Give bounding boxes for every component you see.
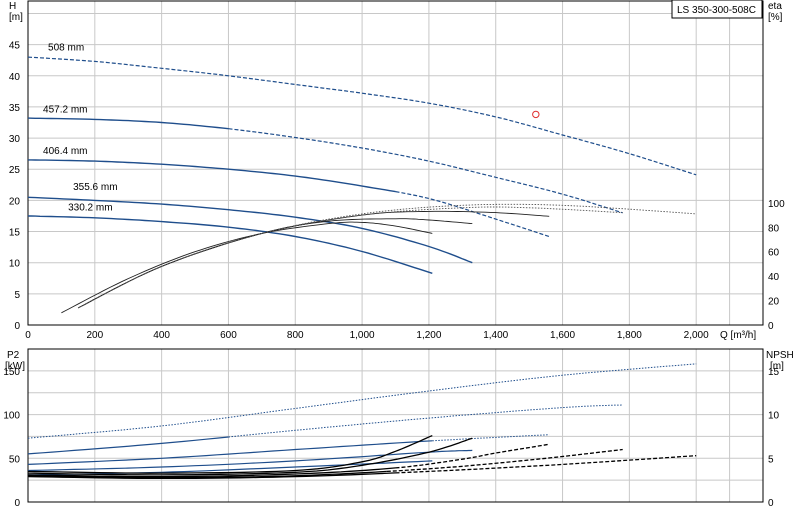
head-tick-label: 15 <box>9 228 21 239</box>
curve-label: 355.6 mm <box>73 182 117 193</box>
eta-tick-label: 80 <box>768 223 780 234</box>
x-tick-label: 800 <box>287 330 304 341</box>
head-tick-label: 20 <box>9 196 21 207</box>
head-tick-label: 40 <box>9 72 21 83</box>
curve-label: 406.4 mm <box>43 146 87 157</box>
head-tick-label: 45 <box>9 41 21 52</box>
eta-tick-label: 100 <box>768 199 785 210</box>
npsh-tick-label: 0 <box>768 498 774 509</box>
npsh-axis-name: NPSH <box>766 350 794 361</box>
x-tick-label: 400 <box>153 330 170 341</box>
npsh-tick-label: 10 <box>768 411 780 422</box>
head-tick-label: 35 <box>9 103 21 114</box>
head-axis-name: H <box>9 1 16 12</box>
head-tick-label: 25 <box>9 165 21 176</box>
curve-label: 508 mm <box>48 42 84 53</box>
npsh-axis-unit: [m] <box>770 361 784 372</box>
head-axis-unit: [m] <box>9 12 23 23</box>
x-tick-label: 1,600 <box>550 330 575 341</box>
power-axis-name: P2 <box>7 350 20 361</box>
eta-tick-label: 60 <box>768 248 780 259</box>
x-tick-label: 1,000 <box>350 330 375 341</box>
x-tick-label: 600 <box>220 330 237 341</box>
eta-axis-unit: [%] <box>768 12 783 23</box>
x-tick-label: 2,000 <box>684 330 709 341</box>
pump-performance-chart: 508 mm 457.2 mm 406.4 mm 355.6 mm 330.2 mm 0… <box>0 0 800 520</box>
eta-axis-name: eta <box>768 1 782 12</box>
head-tick-label: 30 <box>9 134 21 145</box>
power-tick-label: 100 <box>3 411 20 422</box>
x-tick-label: 0 <box>25 330 31 341</box>
power-axis-unit: [kW] <box>5 361 25 372</box>
npsh-tick-label: 5 <box>768 454 774 465</box>
model-label: LS 350-300-508C <box>677 5 756 16</box>
eta-tick-label: 0 <box>768 321 774 332</box>
eta-tick-label: 20 <box>768 297 780 308</box>
head-tick-label: 0 <box>14 321 20 332</box>
eta-tick-label: 40 <box>768 272 780 283</box>
flow-axis-label: Q [m³/h] <box>720 330 756 341</box>
head-tick-label: 5 <box>14 290 20 301</box>
curve-label: 330.2 mm <box>68 202 112 213</box>
power-tick-label: 50 <box>9 454 21 465</box>
x-tick-label: 1,800 <box>617 330 642 341</box>
x-tick-label: 1,400 <box>483 330 508 341</box>
head-tick-label: 10 <box>9 259 21 270</box>
x-tick-label: 1,200 <box>416 330 441 341</box>
power-tick-label: 0 <box>14 498 20 509</box>
curve-label: 457.2 mm <box>43 105 87 116</box>
x-tick-label: 200 <box>86 330 103 341</box>
